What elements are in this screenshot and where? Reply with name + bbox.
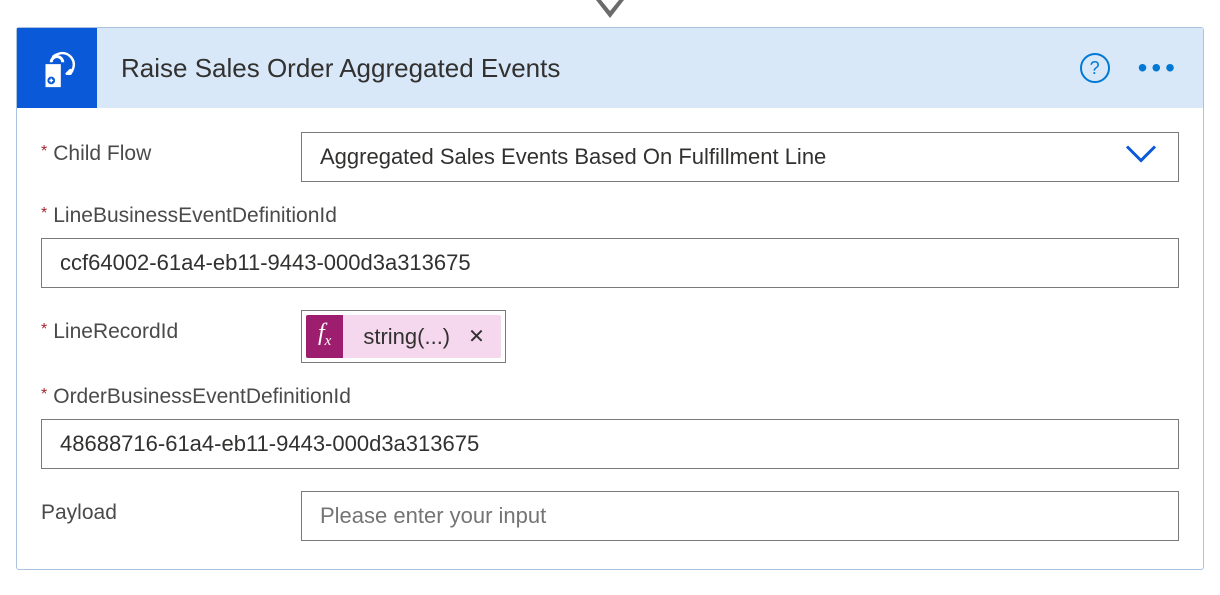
more-menu-button[interactable]: ••• bbox=[1130, 63, 1187, 73]
help-button[interactable]: ? bbox=[1080, 53, 1110, 83]
label-line-biz-event-def-id: LineBusinessEventDefinitionId bbox=[41, 204, 1179, 228]
field-row-line-record-id: LineRecordId fx string(...) ✕ bbox=[41, 310, 1179, 363]
select-child-flow-value: Aggregated Sales Events Based On Fulfill… bbox=[320, 144, 826, 170]
expression-token[interactable]: fx string(...) ✕ bbox=[306, 315, 501, 358]
field-row-child-flow: Child Flow Aggregated Sales Events Based… bbox=[41, 132, 1179, 182]
token-remove-button[interactable]: ✕ bbox=[468, 324, 501, 349]
fx-icon: fx bbox=[306, 315, 343, 358]
expression-token-text: string(...) bbox=[343, 324, 468, 350]
child-flow-icon-tile bbox=[17, 28, 97, 108]
input-line-record-id[interactable]: fx string(...) ✕ bbox=[301, 310, 506, 363]
value-order-biz-event-def-id: 48688716-61a4-eb11-9443-000d3a313675 bbox=[60, 431, 479, 457]
placeholder-payload: Please enter your input bbox=[320, 503, 546, 529]
label-line-record-id: LineRecordId bbox=[41, 310, 301, 344]
help-icon: ? bbox=[1090, 58, 1100, 79]
value-line-biz-event-def-id: ccf64002-61a4-eb11-9443-000d3a313675 bbox=[60, 250, 471, 276]
field-row-payload: Payload Please enter your input bbox=[41, 491, 1179, 541]
input-order-biz-event-def-id[interactable]: 48688716-61a4-eb11-9443-000d3a313675 bbox=[41, 419, 1179, 469]
card-header[interactable]: Raise Sales Order Aggregated Events ? ••… bbox=[17, 28, 1203, 108]
field-row-order-biz-event-def-id: OrderBusinessEventDefinitionId 48688716-… bbox=[41, 385, 1179, 469]
select-child-flow[interactable]: Aggregated Sales Events Based On Fulfill… bbox=[301, 132, 1179, 182]
label-order-biz-event-def-id: OrderBusinessEventDefinitionId bbox=[41, 385, 1179, 409]
card-body: Child Flow Aggregated Sales Events Based… bbox=[17, 108, 1203, 569]
field-row-line-biz-event-def-id: LineBusinessEventDefinitionId ccf64002-6… bbox=[41, 204, 1179, 288]
label-payload: Payload bbox=[41, 491, 301, 525]
card-title: Raise Sales Order Aggregated Events bbox=[97, 53, 1080, 84]
run-child-flow-icon bbox=[34, 45, 80, 91]
label-child-flow: Child Flow bbox=[41, 132, 301, 166]
input-payload[interactable]: Please enter your input bbox=[301, 491, 1179, 541]
input-line-biz-event-def-id[interactable]: ccf64002-61a4-eb11-9443-000d3a313675 bbox=[41, 238, 1179, 288]
chevron-down-icon bbox=[1125, 145, 1157, 170]
flow-arrow-down bbox=[0, 0, 1220, 23]
more-icon: ••• bbox=[1138, 52, 1179, 83]
action-card: Raise Sales Order Aggregated Events ? ••… bbox=[16, 27, 1204, 570]
